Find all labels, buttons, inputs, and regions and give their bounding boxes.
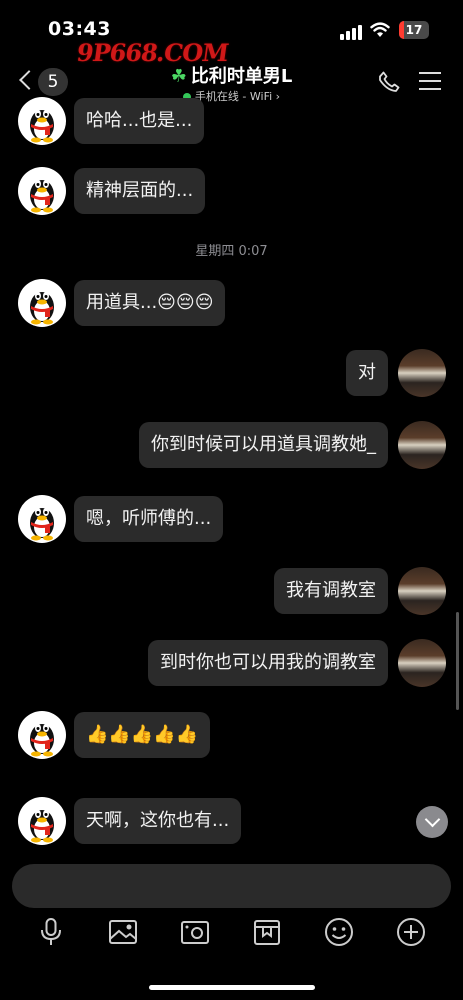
outgoing-message-bubble[interactable]: 你到时候可以用道具调教她_ <box>139 422 388 468</box>
status-bar: 03:43 17 <box>0 0 463 60</box>
outgoing-message-bubble[interactable]: 我有调教室 <box>274 568 388 614</box>
outgoing-message-bubble[interactable]: 对 <box>346 350 388 396</box>
wifi-icon <box>370 22 390 37</box>
contact-avatar[interactable] <box>18 495 66 543</box>
message-row: 精神层面的... <box>0 167 463 215</box>
gift-icon[interactable] <box>251 916 283 948</box>
message-row: 用道具...😔😔😔 <box>0 279 463 327</box>
home-indicator <box>149 985 315 990</box>
outgoing-message-bubble[interactable]: 到时你也可以用我的调教室 <box>148 640 388 686</box>
message-input[interactable] <box>12 864 451 908</box>
contact-name-text: 比利时单男L <box>190 66 293 87</box>
status-time: 03:43 <box>48 18 111 40</box>
camera-icon[interactable] <box>179 916 211 948</box>
battery-percent: 17 <box>405 23 423 37</box>
input-toolbar <box>0 914 463 954</box>
message-row: 对 <box>0 349 463 397</box>
incoming-message-bubble[interactable]: 精神层面的... <box>74 168 206 214</box>
menu-icon[interactable] <box>419 72 441 92</box>
message-row: 你到时候可以用道具调教她_ <box>0 421 463 469</box>
my-avatar[interactable] <box>398 639 446 687</box>
contact-avatar[interactable] <box>18 167 66 215</box>
message-row: 天啊，这你也有... <box>0 797 463 845</box>
cellular-signal-icon <box>340 25 362 40</box>
chevron-down-icon <box>424 811 441 828</box>
image-icon[interactable] <box>107 916 139 948</box>
contact-avatar[interactable] <box>18 279 66 327</box>
message-row: 我有调教室 <box>0 567 463 615</box>
my-avatar[interactable] <box>398 421 446 469</box>
message-row: 👍👍👍👍👍 <box>0 711 463 759</box>
microphone-icon[interactable] <box>35 916 67 948</box>
scroll-to-bottom-button[interactable] <box>416 806 448 838</box>
scrollbar[interactable] <box>456 612 459 710</box>
incoming-message-bubble[interactable]: 天啊，这你也有... <box>74 798 242 844</box>
clover-icon: ☘ <box>170 66 187 87</box>
contact-avatar[interactable] <box>18 97 66 145</box>
message-row: 哈哈...也是... <box>0 97 463 145</box>
contact-avatar[interactable] <box>18 797 66 845</box>
emoji-icon[interactable] <box>323 916 355 948</box>
message-row: 到时你也可以用我的调教室 <box>0 639 463 687</box>
phone-icon[interactable] <box>377 70 401 94</box>
message-timestamp: 星期四 0:07 <box>195 244 268 259</box>
my-avatar[interactable] <box>398 567 446 615</box>
incoming-message-bubble[interactable]: 哈哈...也是... <box>74 98 205 144</box>
battery-indicator: 17 <box>399 21 429 39</box>
my-avatar[interactable] <box>398 349 446 397</box>
plus-icon[interactable] <box>395 916 427 948</box>
incoming-message-bubble[interactable]: 👍👍👍👍👍 <box>74 712 211 758</box>
incoming-message-bubble[interactable]: 嗯，听师傅的... <box>74 496 224 542</box>
battery-level <box>399 21 405 39</box>
contact-avatar[interactable] <box>18 711 66 759</box>
message-row: 嗯，听师傅的... <box>0 495 463 543</box>
incoming-message-bubble[interactable]: 用道具...😔😔😔 <box>74 280 226 326</box>
